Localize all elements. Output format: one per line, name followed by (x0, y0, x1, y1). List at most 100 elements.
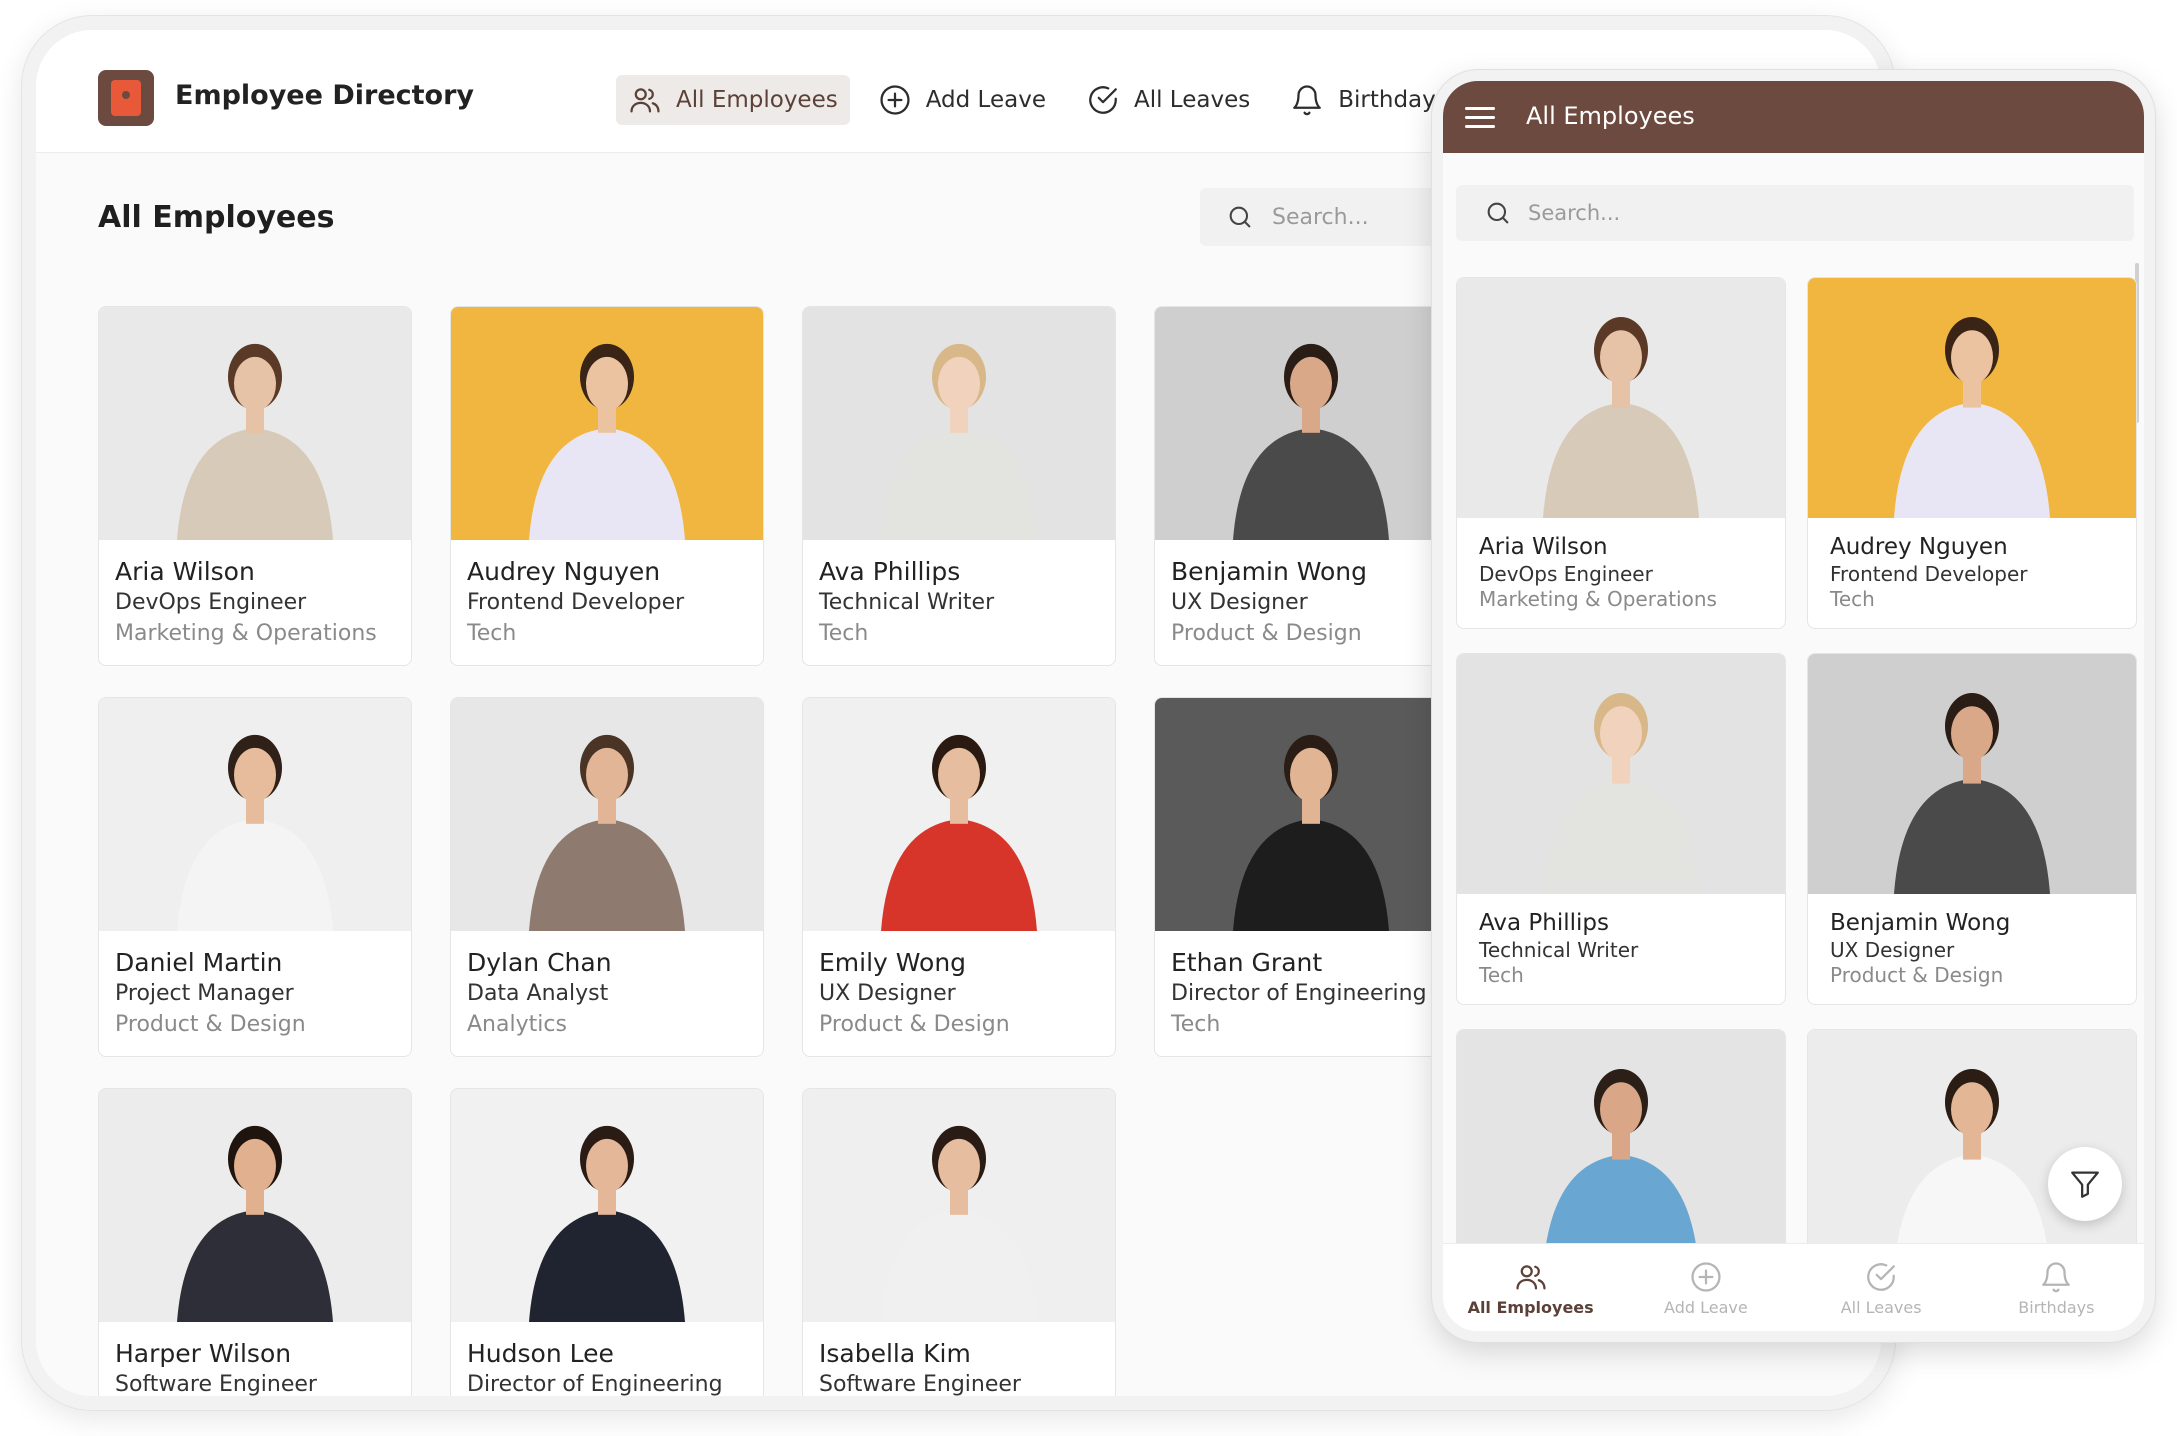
employee-name: Aria Wilson (1479, 534, 1608, 560)
employee-role: Director of Engineering (1171, 981, 1427, 1006)
filter-button[interactable] (2048, 1147, 2122, 1221)
employee-card[interactable]: Benjamin Wong UX Designer Product & Design (1154, 306, 1468, 666)
employee-photo (99, 1089, 411, 1322)
employee-photo-wrapper (451, 307, 763, 540)
employee-card[interactable]: Isabella Kim Software Engineer Tech (802, 1088, 1116, 1396)
bell-icon (1293, 85, 1322, 116)
employee-card[interactable]: Ava Phillips Technical Writer Tech (1456, 653, 1786, 1005)
app-logo-icon[interactable] (98, 70, 154, 126)
users-icon (630, 88, 660, 113)
employee-name: Benjamin Wong (1830, 910, 2011, 936)
mobile-header: All Employees (1443, 81, 2144, 153)
employee-photo (803, 698, 1115, 931)
mobile-window: All Employees Search... Aria Wilson DevOp… (1432, 70, 2155, 1342)
bottom-nav-all-employees[interactable]: All Employees (1443, 1244, 1618, 1331)
employee-name: Benjamin Wong (1171, 557, 1367, 586)
employee-photo (1808, 278, 2136, 518)
employee-card[interactable]: Audrey Nguyen Frontend Developer Tech (1807, 277, 2137, 629)
employee-card[interactable]: Aria Wilson DevOps Engineer Marketing & Op… (98, 306, 412, 666)
employee-name: Ava Phillips (1479, 910, 1609, 936)
search-icon (1229, 206, 1251, 228)
employee-dept: Product & Design (1830, 963, 2004, 987)
employee-photo (803, 307, 1115, 540)
bell-icon (2042, 1261, 2071, 1292)
employee-photo-wrapper (1808, 654, 2136, 894)
check-circle-icon (1867, 1262, 1896, 1291)
mobile-search-input[interactable]: Search... (1456, 185, 2134, 241)
employee-name: Ava Phillips (819, 557, 961, 586)
nav-all-leaves[interactable]: All Leaves (1074, 75, 1262, 125)
bottom-nav-all-leaves[interactable]: All Leaves (1794, 1244, 1969, 1331)
employee-name: Dylan Chan (467, 948, 612, 977)
employee-name: Hudson Lee (467, 1339, 614, 1368)
employee-dept: Marketing & Operations (115, 621, 377, 646)
filter-icon (2071, 1171, 2099, 1198)
employee-card[interactable]: Hudson Lee Director of Engineering Tech (450, 1088, 764, 1397)
check-circle-icon (1089, 86, 1117, 114)
employee-photo (1457, 654, 1785, 894)
employee-card[interactable]: Dylan Chan Data Analyst Analytics (450, 697, 764, 1057)
employee-role: Data Analyst (467, 981, 609, 1006)
employee-role: UX Designer (1830, 938, 1955, 962)
employee-card[interactable]: Benjamin Wong UX Designer Product & Design (1807, 653, 2137, 1005)
search-icon (1487, 202, 1509, 224)
hamburger-menu-icon[interactable] (1465, 107, 1495, 129)
search-placeholder: Search... (1272, 204, 1369, 230)
employee-role: Technical Writer (1479, 938, 1639, 962)
bottom-nav-add-leave[interactable]: Add Leave (1618, 1244, 1793, 1331)
employee-dept: Analytics (467, 1012, 567, 1037)
employee-role: Director of Engineering (467, 1372, 723, 1397)
employee-dept: Tech (1171, 1012, 1221, 1037)
employee-name: Isabella Kim (819, 1339, 971, 1368)
employee-role: Project Manager (115, 981, 294, 1006)
employee-photo (99, 307, 411, 540)
employee-dept: Product & Design (819, 1012, 1010, 1037)
employee-name: Audrey Nguyen (1830, 534, 2008, 560)
employee-name: Harper Wilson (115, 1339, 292, 1368)
employee-card[interactable]: Daniel Martin Project Manager Product & De… (98, 697, 412, 1057)
users-icon (1516, 1264, 1546, 1289)
employee-name: Emily Wong (819, 948, 967, 977)
employee-card[interactable]: Ava Phillips Technical Writer Tech (802, 306, 1116, 666)
employee-card[interactable]: Harper Wilson Software Engineer Tech (98, 1088, 412, 1397)
nav-all-employees[interactable]: All Employees (616, 75, 850, 125)
employee-photo (1457, 1030, 1785, 1270)
employee-photo (1457, 278, 1785, 518)
employee-role: UX Designer (819, 981, 956, 1006)
employee-photo-wrapper (803, 307, 1115, 540)
employee-photo-wrapper (451, 698, 763, 931)
nav-label: All Leaves (1133, 87, 1251, 113)
employee-photo-wrapper (1155, 307, 1467, 540)
employee-photo-wrapper (1155, 698, 1467, 931)
employee-name: Audrey Nguyen (467, 557, 661, 586)
employee-dept: Product & Design (1171, 621, 1362, 646)
mobile-screen: All Employees Search... Aria Wilson DevOp… (1443, 81, 2144, 1331)
employee-dept: Tech (467, 621, 517, 646)
employee-role: DevOps Engineer (1479, 562, 1653, 586)
employee-name: Daniel Martin (115, 948, 283, 977)
employee-photo (803, 1089, 1115, 1322)
employee-dept: Tech (819, 621, 869, 646)
bottom-nav-label: Add Leave (1664, 1297, 1748, 1317)
bottom-nav-label: Birthdays (2018, 1297, 2095, 1317)
app-title[interactable]: Employee Directory (175, 80, 474, 111)
employee-photo (451, 698, 763, 931)
search-placeholder: Search... (1528, 201, 1621, 225)
bottom-nav-label: All Leaves (1840, 1297, 1922, 1317)
employee-role: Software Engineer (115, 1372, 317, 1397)
plus-circle-icon (880, 85, 910, 115)
employee-dept: Marketing & Operations (1479, 587, 1717, 611)
employee-photo-wrapper (1457, 1030, 1785, 1270)
employee-photo (451, 1089, 763, 1322)
employee-name: Aria Wilson (115, 557, 255, 586)
employee-card[interactable]: Audrey Nguyen Frontend Developer Tech (450, 306, 764, 666)
employee-card[interactable]: Ethan Grant Director of Engineering Tech (1154, 697, 1468, 1057)
nav-add-leave[interactable]: Add Leave (866, 75, 1058, 125)
employee-card[interactable]: Emily Wong UX Designer Product & Design (802, 697, 1116, 1057)
employee-photo (1808, 654, 2136, 894)
employee-card[interactable]: Aria Wilson DevOps Engineer Marketing & Op… (1456, 277, 1786, 629)
bottom-nav-birthdays[interactable]: Birthdays (1969, 1244, 2144, 1331)
nav-birthdays[interactable]: Birthday (1278, 75, 1448, 125)
employee-name: Ethan Grant (1171, 948, 1323, 977)
employee-photo (1155, 698, 1467, 931)
